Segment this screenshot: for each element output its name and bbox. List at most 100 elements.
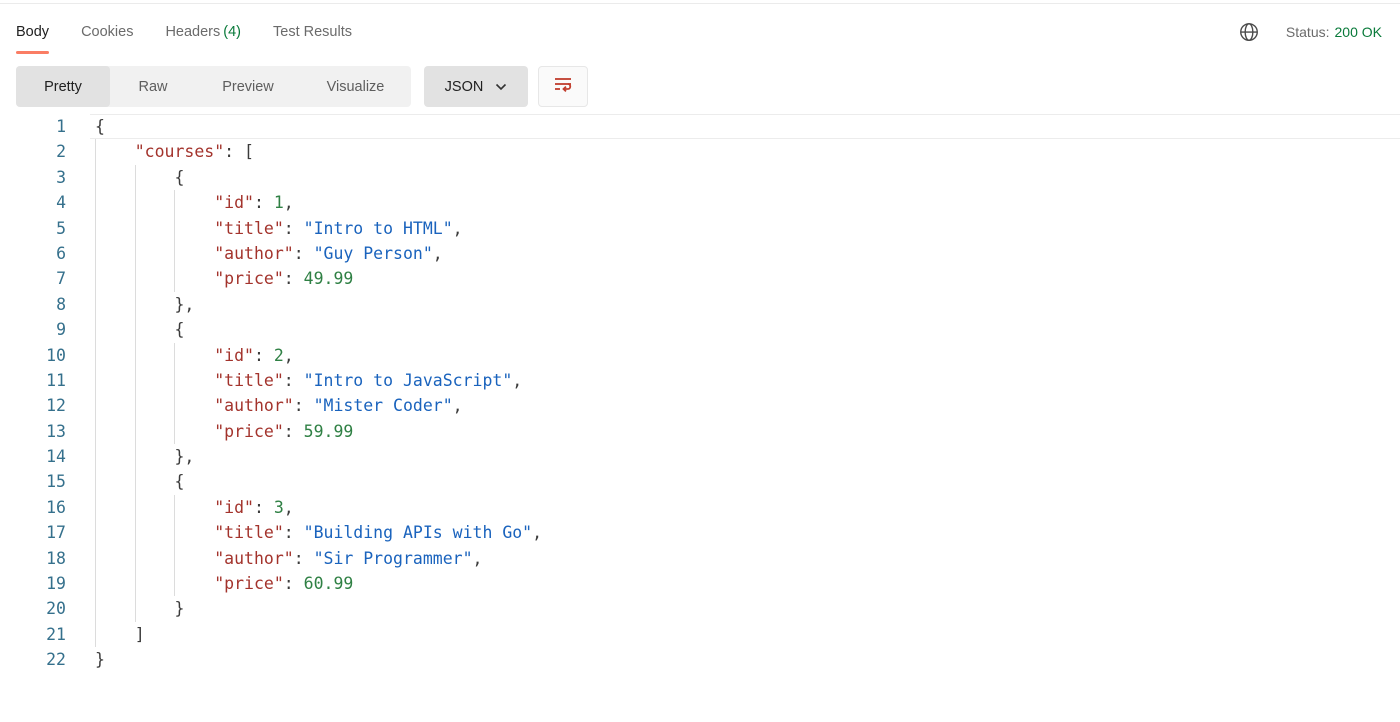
token-key: "title" [214, 371, 284, 390]
indent-guide [95, 241, 96, 266]
token-punct: : [254, 346, 274, 365]
code-line-content[interactable]: ] [90, 622, 1400, 647]
view-tab-preview[interactable]: Preview [196, 66, 300, 107]
format-dropdown-value: JSON [445, 79, 484, 95]
code-line: 10 "id": 2, [0, 343, 1400, 368]
line-number: 16 [0, 495, 90, 520]
token-punct: , [284, 346, 294, 365]
token-punct: , [453, 396, 463, 415]
indent-guide [135, 190, 136, 215]
indent-guide [174, 393, 175, 418]
code-line-content[interactable]: { [90, 317, 1400, 342]
code-line-content[interactable]: "author": "Guy Person", [90, 241, 1400, 266]
code-line-content[interactable]: "author": "Mister Coder", [90, 393, 1400, 418]
globe-icon[interactable] [1238, 21, 1260, 43]
token-str: "Building APIs with Go" [304, 523, 532, 542]
code-line: 5 "title": "Intro to HTML", [0, 216, 1400, 241]
view-toolbar: Pretty Raw Preview Visualize JSON [16, 66, 1400, 107]
token-punct: } [95, 650, 105, 669]
view-tab-raw[interactable]: Raw [110, 66, 196, 107]
tab-body[interactable]: Body [16, 4, 49, 59]
code-line: 20 } [0, 596, 1400, 621]
code-line-content[interactable]: "title": "Intro to JavaScript", [90, 368, 1400, 393]
format-dropdown[interactable]: JSON [424, 66, 528, 107]
indent-guide [174, 571, 175, 596]
code-line-content[interactable]: "id": 3, [90, 495, 1400, 520]
token-punct: : [284, 574, 304, 593]
line-number: 21 [0, 622, 90, 647]
indent-guide [95, 190, 96, 215]
line-number: 22 [0, 647, 90, 672]
code-line-content[interactable]: "id": 2, [90, 343, 1400, 368]
code-line-content[interactable]: } [90, 647, 1400, 672]
indent-guide [95, 444, 96, 469]
token-punct: : [284, 269, 304, 288]
line-number: 3 [0, 165, 90, 190]
token-punct: , [433, 244, 443, 263]
code-line-content[interactable]: "price": 49.99 [90, 266, 1400, 291]
code-line-content[interactable]: "price": 59.99 [90, 419, 1400, 444]
code-line-content[interactable]: { [90, 165, 1400, 190]
code-line: 7 "price": 49.99 [0, 266, 1400, 291]
view-tab-visualize[interactable]: Visualize [300, 66, 411, 107]
line-number: 18 [0, 546, 90, 571]
token-punct: : [ [224, 142, 254, 161]
line-number: 4 [0, 190, 90, 215]
indent-guide [135, 444, 136, 469]
token-punct: }, [174, 295, 194, 314]
view-tab-pretty[interactable]: Pretty [16, 66, 110, 107]
code-line-content[interactable]: "price": 60.99 [90, 571, 1400, 596]
tab-body-label: Body [16, 24, 49, 40]
code-editor[interactable]: 1{2 "courses": [3 {4 "id": 1,5 "title": … [0, 114, 1400, 673]
indent-guide [135, 393, 136, 418]
code-line: 16 "id": 3, [0, 495, 1400, 520]
line-number: 15 [0, 469, 90, 494]
token-key: "price" [214, 269, 284, 288]
indent-guide [95, 216, 96, 241]
wrap-lines-button[interactable] [538, 66, 588, 107]
code-line: 13 "price": 59.99 [0, 419, 1400, 444]
line-number: 8 [0, 292, 90, 317]
code-line-content[interactable]: }, [90, 292, 1400, 317]
token-punct: : [254, 193, 274, 212]
indent-guide [95, 571, 96, 596]
code-line-content[interactable]: } [90, 596, 1400, 621]
token-num: 49.99 [304, 269, 354, 288]
token-str: "Intro to JavaScript" [304, 371, 513, 390]
wrap-line-icon [552, 74, 574, 99]
code-line-content[interactable]: { [90, 114, 1400, 139]
line-number: 11 [0, 368, 90, 393]
line-number: 14 [0, 444, 90, 469]
view-tab-pretty-label: Pretty [44, 79, 82, 95]
token-punct: }, [174, 447, 194, 466]
code-line-content[interactable]: "title": "Building APIs with Go", [90, 520, 1400, 545]
code-line-content[interactable]: "id": 1, [90, 190, 1400, 215]
token-key: "author" [214, 244, 293, 263]
indent-guide [135, 165, 136, 190]
indent-guide [174, 495, 175, 520]
tab-cookies[interactable]: Cookies [81, 4, 133, 59]
token-num: 59.99 [304, 422, 354, 441]
view-tab-raw-label: Raw [138, 79, 167, 95]
indent-guide [135, 495, 136, 520]
token-key: "id" [214, 346, 254, 365]
indent-guide [95, 393, 96, 418]
code-line-content[interactable]: { [90, 469, 1400, 494]
code-line-content[interactable]: "author": "Sir Programmer", [90, 546, 1400, 571]
indent-guide [135, 368, 136, 393]
token-key: "title" [214, 523, 284, 542]
token-punct: : [284, 523, 304, 542]
indent-guide [95, 292, 96, 317]
token-key: "id" [214, 498, 254, 517]
line-number: 12 [0, 393, 90, 418]
token-punct: : [294, 396, 314, 415]
code-line-content[interactable]: "courses": [ [90, 139, 1400, 164]
tab-test-results[interactable]: Test Results [273, 4, 352, 59]
view-mode-switch: Pretty Raw Preview Visualize [16, 66, 411, 107]
indent-guide [135, 571, 136, 596]
code-line-content[interactable]: }, [90, 444, 1400, 469]
tab-headers[interactable]: Headers (4) [165, 4, 241, 59]
indent-guide [135, 596, 136, 621]
indent-guide [135, 266, 136, 291]
code-line-content[interactable]: "title": "Intro to HTML", [90, 216, 1400, 241]
